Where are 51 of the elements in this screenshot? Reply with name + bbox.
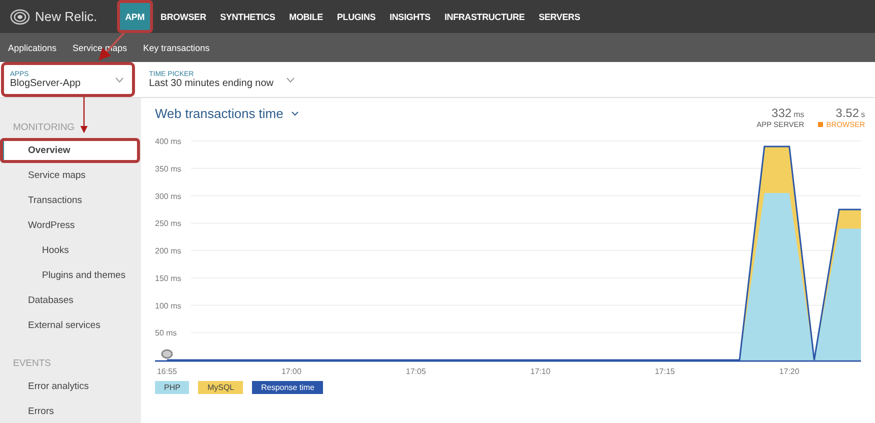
axis-label: 250 ms: [155, 219, 182, 228]
axis-label: 200 ms: [155, 246, 182, 256]
legend-chip[interactable]: MySQL: [198, 381, 244, 394]
sidebar-item[interactable]: Hooks: [0, 238, 141, 263]
nav-tab[interactable]: PLUGINS: [330, 0, 382, 33]
axis-label: 300 ms: [155, 192, 182, 201]
sidebar-item[interactable]: Errors: [0, 399, 141, 423]
axis-label: 100 ms: [155, 301, 182, 310]
sidebar-item[interactable]: Service maps: [0, 163, 141, 188]
annotation-arrow: [80, 97, 88, 134]
chevron-icon: [286, 76, 295, 82]
chevron-icon: [291, 111, 300, 116]
section-title: EVENTS: [12, 356, 52, 370]
axis-label: 17:05: [406, 367, 426, 376]
picker-value: Last 30 minutes ending now: [149, 78, 274, 88]
axis-label: 350 ms: [155, 164, 182, 174]
axis-label: 150 ms: [155, 274, 182, 283]
picker-value: BlogServer-App: [10, 78, 81, 88]
nav-tab[interactable]: SYNTHETICS: [214, 0, 282, 33]
sidebar-item[interactable]: Databases: [0, 288, 141, 313]
nav-tab[interactable]: APM: [117, 0, 153, 33]
axis-label: 17:10: [530, 367, 550, 376]
legend-chip[interactable]: PHP: [155, 381, 190, 394]
axis-label: 400 ms: [155, 137, 182, 146]
nav-tab[interactable]: SERVERS: [532, 0, 586, 33]
sidebar-item[interactable]: WordPress: [0, 213, 141, 238]
section-title: MONITORING: [12, 120, 76, 134]
axis-label: 17:20: [779, 367, 800, 376]
legend-chip[interactable]: Response time: [252, 381, 324, 394]
stat-value: 3.52 s: [836, 106, 865, 120]
sidebar-item[interactable]: Plugins and themes: [0, 263, 141, 288]
logo-icon: [10, 8, 30, 24]
sub-nav-link[interactable]: Key transactions: [143, 42, 210, 52]
axis-label: 17:00: [281, 367, 302, 376]
chart-title[interactable]: Web transactions time: [155, 106, 300, 121]
sidebar-item[interactable]: Overview: [0, 138, 140, 163]
nav-tab[interactable]: BROWSER: [154, 0, 212, 33]
sidebar-item[interactable]: External services: [0, 313, 141, 338]
axis-label: 16:55: [156, 367, 178, 376]
sub-nav-link[interactable]: Applications: [8, 42, 57, 52]
sidebar-item[interactable]: Transactions: [0, 188, 141, 213]
sidebar-item[interactable]: Error analytics: [0, 374, 141, 399]
stat-value: 332 ms: [772, 106, 804, 120]
axis-label: 17:15: [654, 367, 675, 376]
brand-name: New Relic.: [35, 9, 98, 24]
ring-icon[interactable]: [161, 349, 173, 359]
axis-label: 50 ms: [155, 328, 177, 338]
nav-tab[interactable]: MOBILE: [283, 0, 329, 33]
nav-tab[interactable]: INFRASTRUCTURE: [438, 0, 531, 33]
nav-tab[interactable]: INSIGHTS: [384, 0, 436, 33]
chevron-icon: [115, 76, 124, 82]
